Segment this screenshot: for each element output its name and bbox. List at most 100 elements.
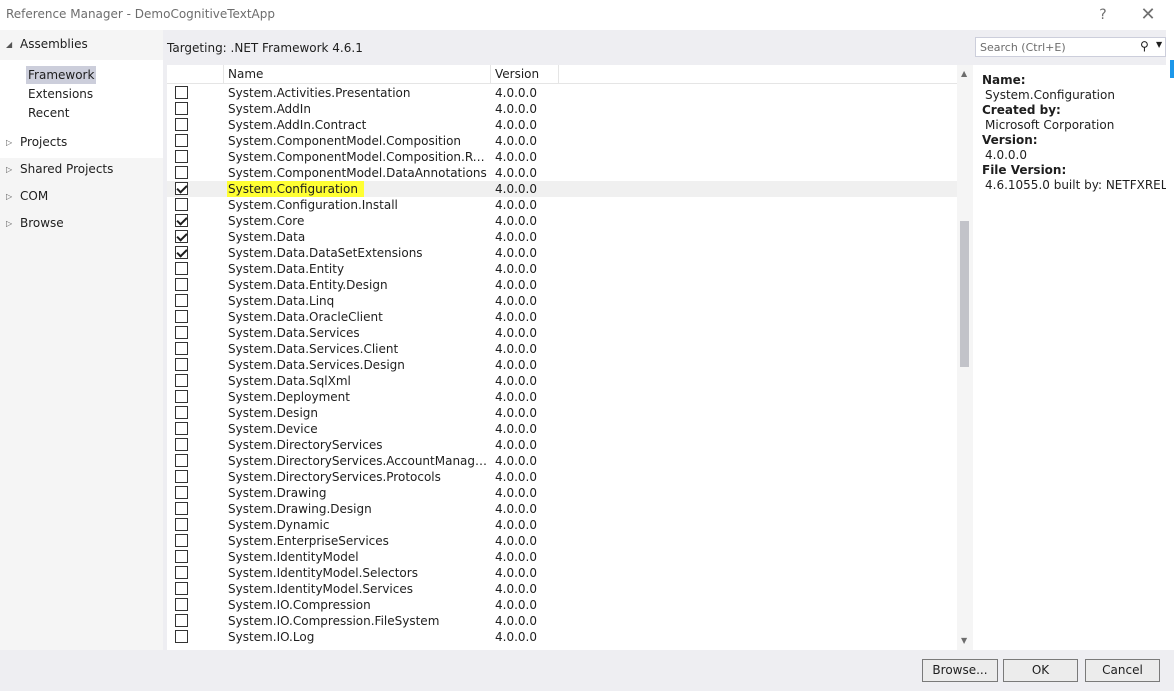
row-checkbox[interactable] [175,470,188,483]
row-checkbox[interactable] [175,326,188,339]
row-checkbox[interactable] [175,278,188,291]
search-icon[interactable]: ⚲ [1140,39,1149,53]
nav-item-recent[interactable]: Recent [26,104,71,122]
row-name: System.Data.Services.Client [228,342,399,356]
row-checkbox[interactable] [175,598,188,611]
table-row[interactable]: System.Data.Services.Client 4.0.0.0 [167,341,957,357]
table-row[interactable]: System.Design 4.0.0.0 [167,405,957,421]
row-checkbox[interactable] [175,454,188,467]
table-row[interactable]: System.Core 4.0.0.0 [167,213,957,229]
row-checkbox[interactable] [175,198,188,211]
row-checkbox[interactable] [175,166,188,179]
row-checkbox[interactable] [175,102,188,115]
nav-group-com[interactable]: ▷ COM [0,184,163,208]
row-checkbox[interactable] [175,214,188,227]
cancel-button[interactable]: Cancel [1085,659,1160,682]
table-row[interactable]: System.Data.OracleClient 4.0.0.0 [167,309,957,325]
row-checkbox[interactable] [175,518,188,531]
table-row[interactable]: System.Data 4.0.0.0 [167,229,957,245]
row-checkbox[interactable] [175,374,188,387]
table-row[interactable]: System.Device 4.0.0.0 [167,421,957,437]
table-row[interactable]: System.Data.Services 4.0.0.0 [167,325,957,341]
table-row[interactable]: System.Activities.Presentation 4.0.0.0 [167,85,957,101]
table-row[interactable]: System.IO.Compression.FileSystem 4.0.0.0 [167,613,957,629]
row-checkbox[interactable] [175,630,188,643]
vertical-scrollbar[interactable]: ▲ ▼ [957,65,973,650]
row-checkbox[interactable] [175,422,188,435]
row-checkbox[interactable] [175,310,188,323]
table-row[interactable]: System.DirectoryServices.AccountManageme… [167,453,957,469]
table-row[interactable]: System.IdentityModel.Selectors 4.0.0.0 [167,565,957,581]
table-row[interactable]: System.Data.Entity 4.0.0.0 [167,261,957,277]
row-checkbox[interactable] [175,246,188,259]
scroll-up-icon[interactable]: ▲ [961,69,967,78]
browse-button[interactable]: Browse... [922,659,998,682]
row-checkbox[interactable] [175,134,188,147]
row-checkbox[interactable] [175,390,188,403]
nav-group-shared-projects[interactable]: ▷ Shared Projects [0,157,163,181]
table-row[interactable]: System.Dynamic 4.0.0.0 [167,517,957,533]
table-row[interactable]: System.DirectoryServices 4.0.0.0 [167,437,957,453]
search-box[interactable]: ⚲ ▼ [975,37,1166,57]
row-checkbox[interactable] [175,86,188,99]
table-row[interactable]: System.Data.Services.Design 4.0.0.0 [167,357,957,373]
help-icon[interactable]: ? [1091,4,1115,26]
table-row[interactable]: System.Configuration 4.0.0.0 [167,181,957,197]
row-checkbox[interactable] [175,582,188,595]
column-header-name[interactable]: Name [224,65,491,84]
table-row[interactable]: System.ComponentModel.Composition 4.0.0.0 [167,133,957,149]
search-input[interactable] [976,38,1136,56]
row-checkbox[interactable] [175,182,188,195]
table-row[interactable]: System.IdentityModel.Services 4.0.0.0 [167,581,957,597]
row-name: System.AddIn [228,102,311,116]
table-row[interactable]: System.AddIn 4.0.0.0 [167,101,957,117]
row-checkbox[interactable] [175,118,188,131]
table-row[interactable]: System.Configuration.Install 4.0.0.0 [167,197,957,213]
table-row[interactable]: System.ComponentModel.DataAnnotations 4.0… [167,165,957,181]
column-header-version[interactable]: Version [491,65,559,84]
table-row[interactable]: System.ComponentModel.Composition.Regist… [167,149,957,165]
detail-name-label: Name: [982,73,1026,87]
row-checkbox[interactable] [175,534,188,547]
row-checkbox[interactable] [175,406,188,419]
nav-group-projects[interactable]: ▷ Projects [0,130,163,154]
nav-group-browse[interactable]: ▷ Browse [0,211,163,235]
nav-item-extensions[interactable]: Extensions [26,85,95,103]
row-version: 4.0.0.0 [495,246,537,260]
table-row[interactable]: System.Data.SqlXml 4.0.0.0 [167,373,957,389]
row-checkbox[interactable] [175,294,188,307]
row-checkbox[interactable] [175,566,188,579]
chevron-down-icon[interactable]: ▼ [1156,40,1162,49]
row-checkbox[interactable] [175,502,188,515]
table-row[interactable]: System.Deployment 4.0.0.0 [167,389,957,405]
table-row[interactable]: System.IO.Compression 4.0.0.0 [167,597,957,613]
scroll-thumb[interactable] [960,221,969,367]
nav-group-assemblies[interactable]: ◢ Assemblies [0,32,163,56]
table-row[interactable]: System.IO.Log 4.0.0.0 [167,629,957,645]
row-checkbox[interactable] [175,550,188,563]
row-checkbox[interactable] [175,150,188,163]
row-checkbox[interactable] [175,230,188,243]
row-checkbox[interactable] [175,262,188,275]
column-header-check[interactable] [167,65,224,84]
row-checkbox[interactable] [175,614,188,627]
table-row[interactable]: System.DirectoryServices.Protocols 4.0.0.… [167,469,957,485]
table-row[interactable]: System.Data.DataSetExtensions 4.0.0.0 [167,245,957,261]
row-checkbox[interactable] [175,358,188,371]
table-row[interactable]: System.Drawing.Design 4.0.0.0 [167,501,957,517]
table-row[interactable]: System.EnterpriseServices 4.0.0.0 [167,533,957,549]
row-checkbox[interactable] [175,438,188,451]
nav-item-framework[interactable]: Framework [26,66,97,84]
row-checkbox[interactable] [175,486,188,499]
table-row[interactable]: System.Drawing 4.0.0.0 [167,485,957,501]
scroll-down-icon[interactable]: ▼ [961,636,967,645]
close-icon[interactable]: ✕ [1136,4,1160,26]
row-version: 4.0.0.0 [495,326,537,340]
table-row[interactable]: System.IdentityModel 4.0.0.0 [167,549,957,565]
row-name: System.Design [228,406,318,420]
row-checkbox[interactable] [175,342,188,355]
table-row[interactable]: System.Data.Linq 4.0.0.0 [167,293,957,309]
table-row[interactable]: System.AddIn.Contract 4.0.0.0 [167,117,957,133]
table-row[interactable]: System.Data.Entity.Design 4.0.0.0 [167,277,957,293]
ok-button[interactable]: OK [1003,659,1078,682]
